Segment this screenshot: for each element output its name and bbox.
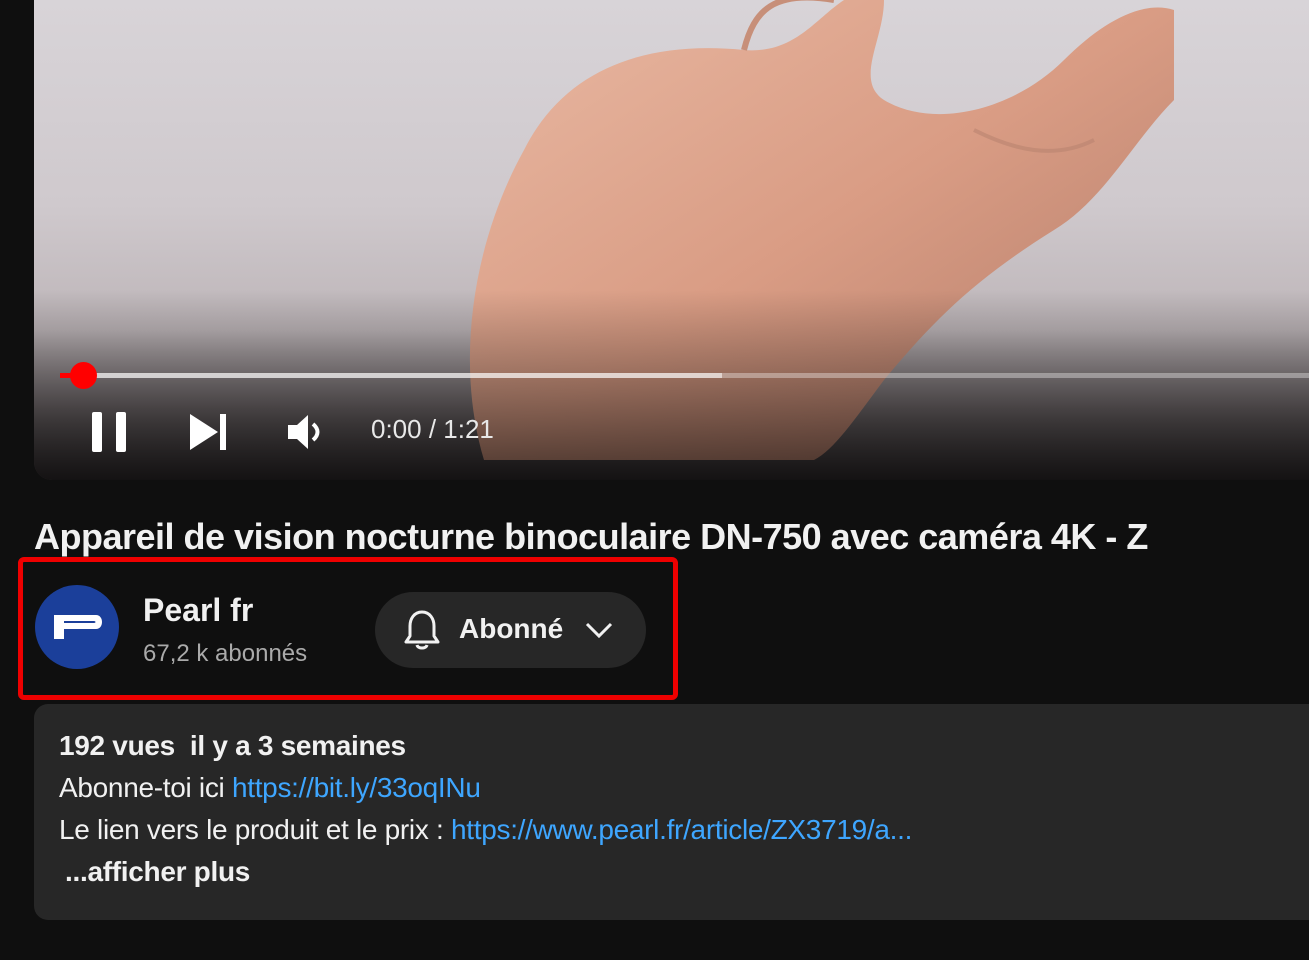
subscribed-button[interactable]: Abonné — [375, 592, 646, 668]
chevron-down-icon — [585, 622, 613, 639]
next-button[interactable] — [188, 412, 230, 452]
next-icon — [190, 414, 226, 450]
description-box[interactable]: 192 vues il y a 3 semaines Abonne-toi ic… — [34, 704, 1309, 920]
volume-icon — [288, 415, 320, 449]
pause-button[interactable] — [90, 410, 130, 454]
pearl-logo-icon — [54, 615, 102, 639]
volume-button[interactable] — [286, 412, 326, 452]
video-meta: 192 vues il y a 3 semaines — [59, 730, 406, 762]
time-display: 0:00 / 1:21 — [371, 414, 494, 444]
product-link[interactable]: https://www.pearl.fr/article/ZX3719/a... — [451, 814, 912, 845]
subscribed-label: Abonné — [459, 613, 564, 644]
progress-buffered — [60, 373, 723, 378]
bell-icon — [404, 610, 440, 650]
progress-bar[interactable] — [60, 373, 1309, 378]
video-player[interactable]: 0:00 / 1:21 — [34, 0, 1309, 480]
channel-avatar[interactable] — [35, 585, 119, 669]
description-line: Le lien vers le produit et le prix : htt… — [59, 814, 912, 846]
subscribe-prompt: Abonne-toi ici — [59, 772, 225, 803]
pause-icon — [92, 412, 126, 452]
video-title: Appareil de vision nocturne binoculaire … — [34, 516, 1148, 557]
subscribe-link[interactable]: https://bit.ly/33oqINu — [232, 772, 481, 803]
progress-scrubber[interactable] — [70, 362, 97, 389]
upload-age: il y a 3 semaines — [189, 730, 406, 761]
show-more-button[interactable]: ...afficher plus — [65, 856, 250, 888]
subscriber-count: 67,2 k abonnés — [143, 640, 308, 667]
product-prompt: Le lien vers le produit et le prix : — [59, 814, 444, 845]
description-line: Abonne-toi ici https://bit.ly/33oqINu — [59, 772, 481, 804]
channel-name[interactable]: Pearl fr — [143, 592, 253, 629]
view-count: 192 vues — [59, 730, 175, 761]
